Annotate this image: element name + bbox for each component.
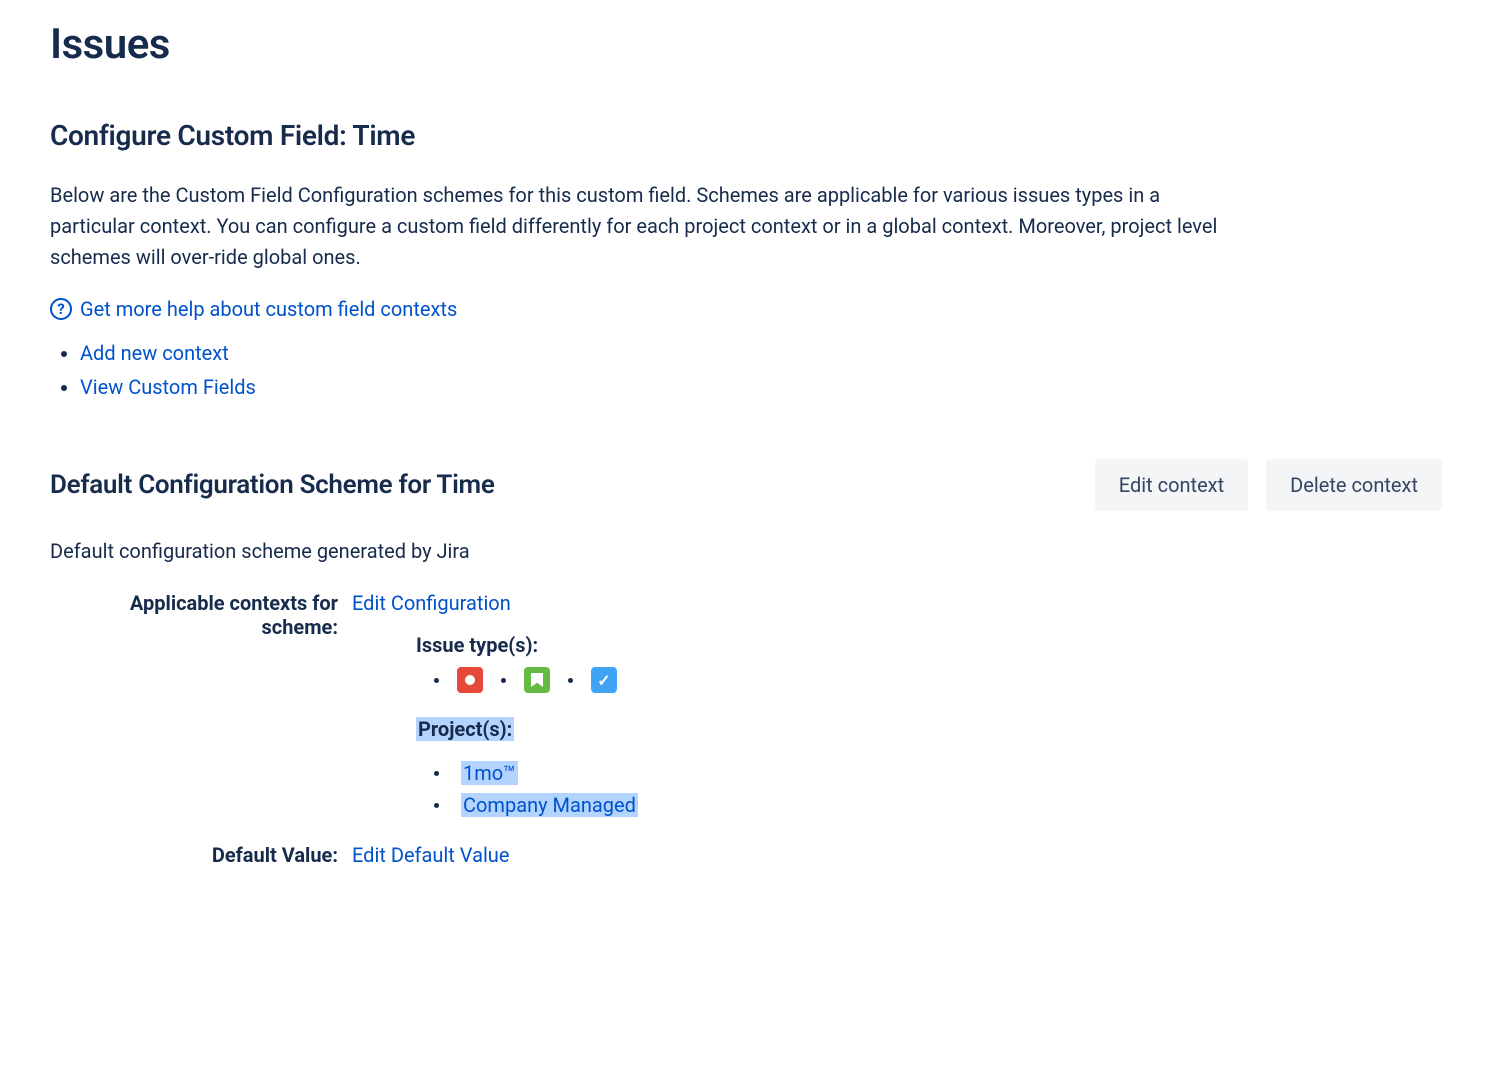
projects-heading: Project(s):	[416, 717, 514, 741]
edit-context-button[interactable]: Edit context	[1095, 459, 1248, 511]
scheme-header: Default Configuration Scheme for Time Ed…	[50, 459, 1442, 511]
view-custom-fields-link[interactable]: View Custom Fields	[80, 375, 256, 399]
section-title: Configure Custom Field: Time	[50, 119, 1442, 152]
default-value-label: Default Value:	[50, 843, 352, 867]
edit-configuration-link[interactable]: Edit Configuration	[352, 591, 511, 615]
project-list-item: Company Managed	[434, 793, 1442, 817]
scheme-description: Default configuration scheme generated b…	[50, 539, 1442, 563]
project-link[interactable]: 1mo™	[461, 761, 518, 785]
project-list-item: 1mo™	[434, 761, 1442, 785]
delete-context-button[interactable]: Delete context	[1266, 459, 1442, 511]
edit-default-value-link[interactable]: Edit Default Value	[352, 843, 509, 867]
applicable-contexts-row: Applicable contexts for scheme: Edit Con…	[50, 591, 1442, 825]
issue-types-heading: Issue type(s):	[416, 633, 1442, 657]
bullet-dot	[434, 771, 439, 776]
applicable-contexts-label: Applicable contexts for scheme:	[50, 591, 352, 825]
help-link-row: ? Get more help about custom field conte…	[50, 297, 1442, 321]
section-description: Below are the Custom Field Configuration…	[50, 180, 1230, 273]
issue-type-bug-icon	[457, 667, 483, 693]
bullet-dot	[434, 803, 439, 808]
scheme-actions: Edit context Delete context	[1095, 459, 1442, 511]
help-link[interactable]: Get more help about custom field context…	[80, 297, 457, 321]
action-list: Add new context View Custom Fields	[50, 341, 1442, 399]
page-title: Issues	[50, 20, 1442, 69]
add-context-link[interactable]: Add new context	[80, 341, 229, 365]
bullet-dot	[434, 678, 439, 683]
project-link[interactable]: Company Managed	[461, 793, 638, 817]
bullet-dot	[501, 678, 506, 683]
projects-list: 1mo™ Company Managed	[434, 761, 1442, 817]
issue-type-task-icon: ✓	[591, 667, 617, 693]
help-icon: ?	[50, 298, 72, 320]
bullet-dot	[568, 678, 573, 683]
issue-types-list: ✓	[434, 667, 1442, 693]
default-value-row: Default Value: Edit Default Value	[50, 843, 1442, 867]
issue-type-story-icon	[524, 667, 550, 693]
scheme-title: Default Configuration Scheme for Time	[50, 470, 495, 500]
